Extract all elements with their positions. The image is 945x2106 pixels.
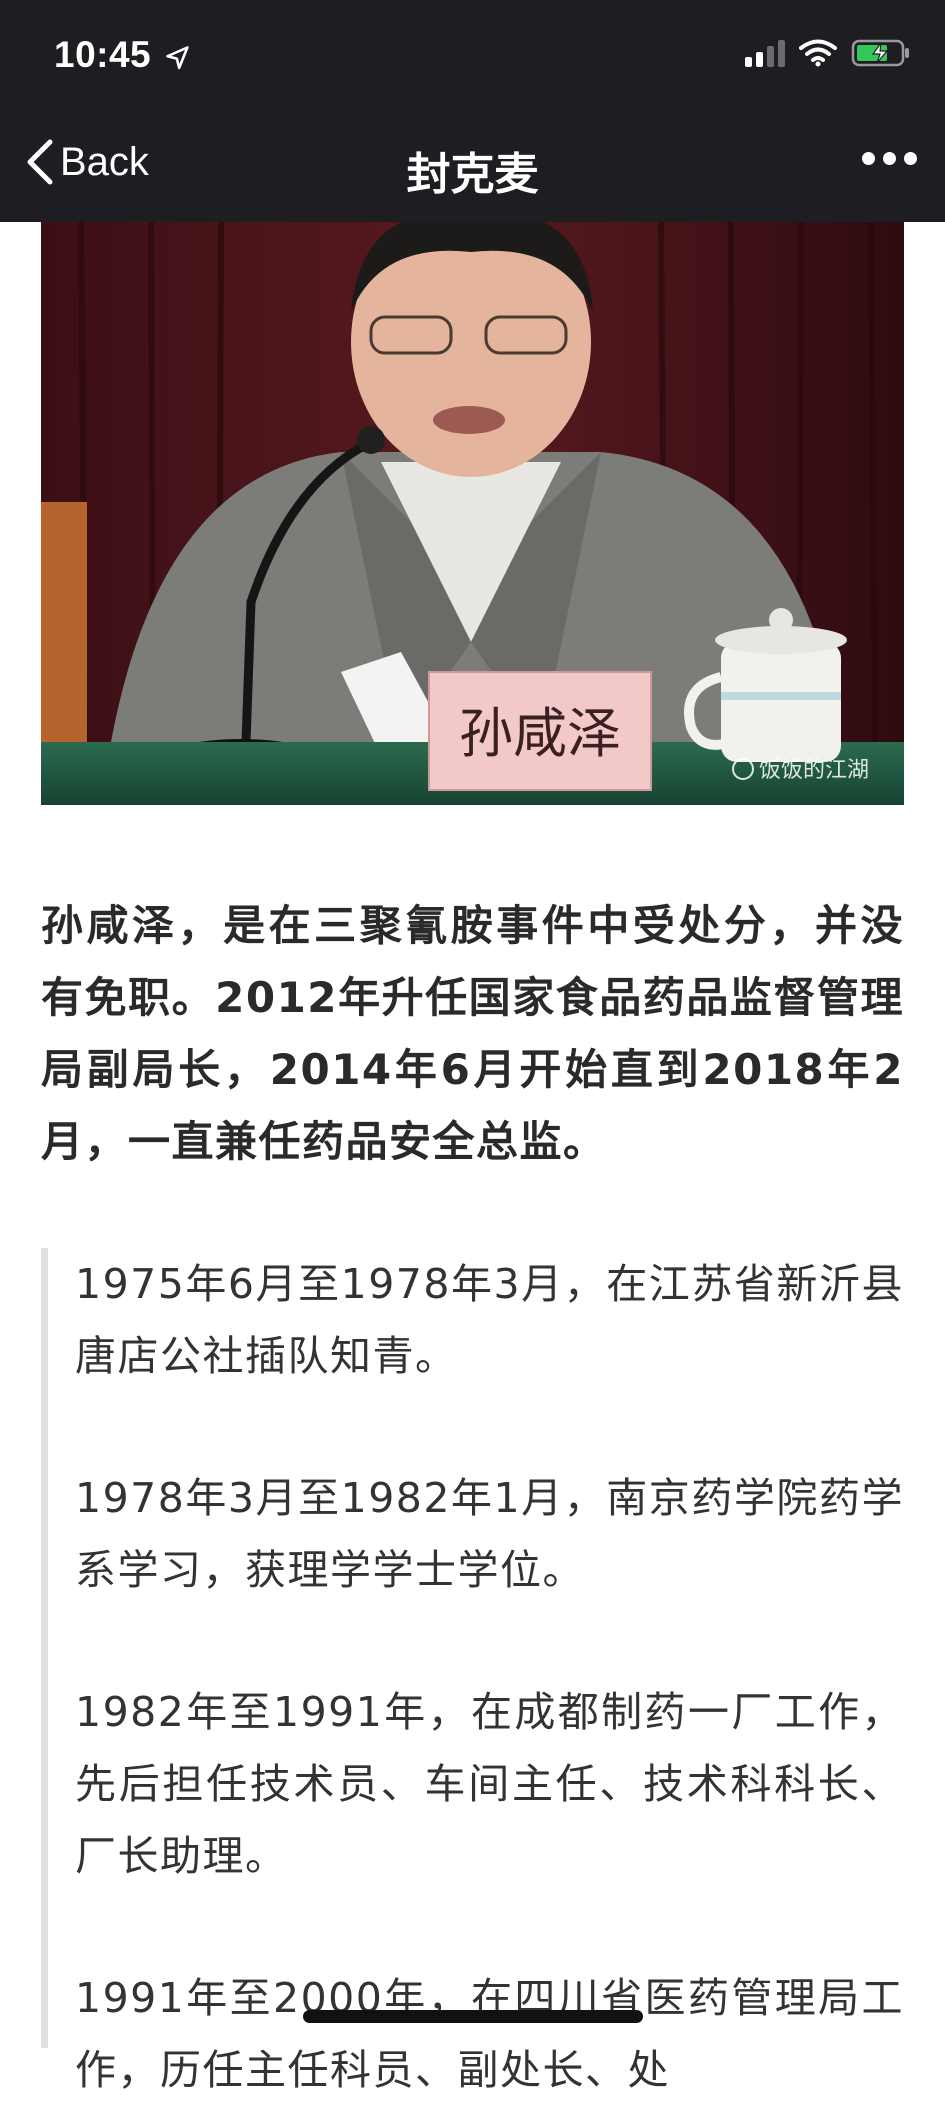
battery-charging-icon (851, 39, 909, 67)
quote-paragraph: 1982年至1991年，在成都制药一厂工作，先后担任技术员、车间主任、技术科科长… (75, 1688, 904, 1880)
quote-paragraph: 1975年6月至1978年3月，在江苏省新沂县唐店公社插队知青。 (75, 1260, 904, 1380)
nameplate-text: 孙咸泽 (459, 702, 621, 765)
wifi-icon (799, 39, 837, 67)
article-body: 孙咸泽，是在三聚氰胺事件中受处分，并没有免职。2012年升任国家食品药品监督管理… (41, 890, 904, 1178)
page-title: 封克麦 (406, 149, 539, 200)
quote-paragraph: 1991年至2000年，在四川省医药管理局工作，历任主任科员、副处长、处 (75, 1974, 904, 2094)
location-arrow-icon (166, 46, 189, 70)
back-button[interactable]: Back (24, 138, 149, 186)
more-dots-icon[interactable] (862, 152, 917, 165)
cellular-signal-icon (745, 39, 785, 67)
blockquote: 1975年6月至1978年3月，在江苏省新沂县唐店公社插队知青。 1978年3月… (41, 1248, 904, 2094)
chevron-left-icon (27, 139, 53, 185)
back-label: Back (60, 139, 149, 184)
lead-paragraph: 孙咸泽，是在三聚氰胺事件中受处分，并没有免职。2012年升任国家食品药品监督管理… (41, 901, 904, 1166)
status-icons (745, 38, 911, 68)
status-time: 10:45 (54, 34, 152, 75)
watermark-text: 饭饭的江湖 (759, 758, 869, 783)
quote-paragraph: 1978年3月至1982年1月，南京药学院药学系学习，获理学学士学位。 (75, 1474, 904, 1594)
home-indicator[interactable] (303, 2010, 643, 2023)
article-photo: 孙咸泽 饭饭的江湖 (41, 222, 904, 805)
top-bar: 10:45 Back 封克麦 (0, 0, 945, 222)
